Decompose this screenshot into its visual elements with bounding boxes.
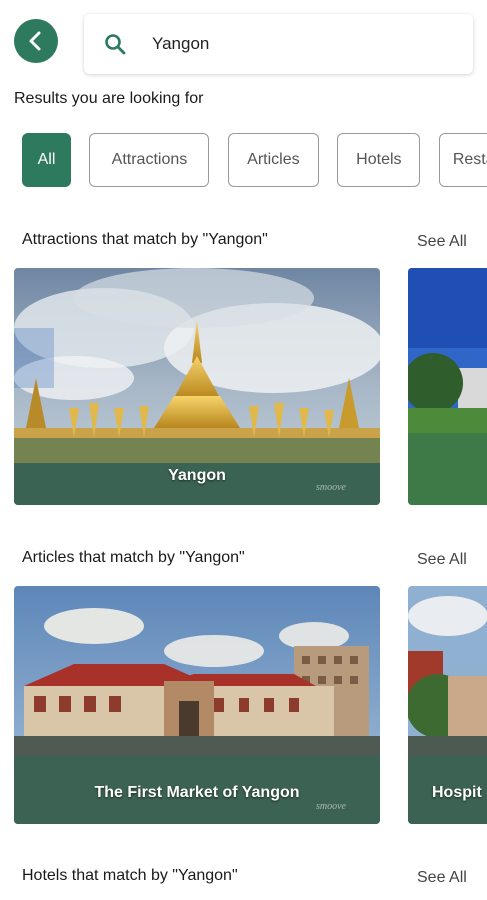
- back-button[interactable]: [14, 19, 58, 63]
- article-card-partial-label: Hospit: [432, 784, 482, 801]
- attraction-card-partial[interactable]: [408, 268, 487, 505]
- article-card[interactable]: The First Market of Yangon smoove: [14, 586, 380, 824]
- image-watermark: smoove: [316, 482, 346, 493]
- article-card-partial[interactable]: Hospit: [408, 586, 487, 824]
- chip-hotels[interactable]: Hotels: [337, 133, 421, 187]
- attractions-section-title: Attractions that match by "Yangon": [22, 231, 268, 248]
- attraction-card[interactable]: Yangon smoove: [14, 268, 380, 505]
- articles-section-title: Articles that match by "Yangon": [22, 549, 245, 566]
- chip-attractions[interactable]: Attractions: [89, 133, 210, 187]
- results-heading: Results you are looking for: [14, 90, 204, 107]
- hotels-see-all[interactable]: See All: [417, 869, 467, 887]
- chip-articles[interactable]: Articles: [227, 133, 319, 187]
- articles-see-all[interactable]: See All: [417, 551, 467, 569]
- hotels-section-title: Hotels that match by "Yangon": [22, 867, 238, 884]
- image-watermark: smoove: [316, 801, 346, 812]
- chip-all[interactable]: All: [22, 133, 71, 187]
- search-bar[interactable]: [84, 14, 473, 74]
- park-image: [408, 268, 487, 505]
- article-card-label: The First Market of Yangon: [94, 784, 300, 801]
- attractions-see-all[interactable]: See All: [417, 233, 467, 251]
- chip-restaurants[interactable]: Restaurants: [438, 133, 487, 187]
- search-icon: [102, 31, 128, 57]
- filter-chips: All Attractions Articles Hotels Restaura…: [22, 133, 487, 187]
- search-input[interactable]: [152, 34, 432, 54]
- arrow-left-icon: [29, 31, 41, 51]
